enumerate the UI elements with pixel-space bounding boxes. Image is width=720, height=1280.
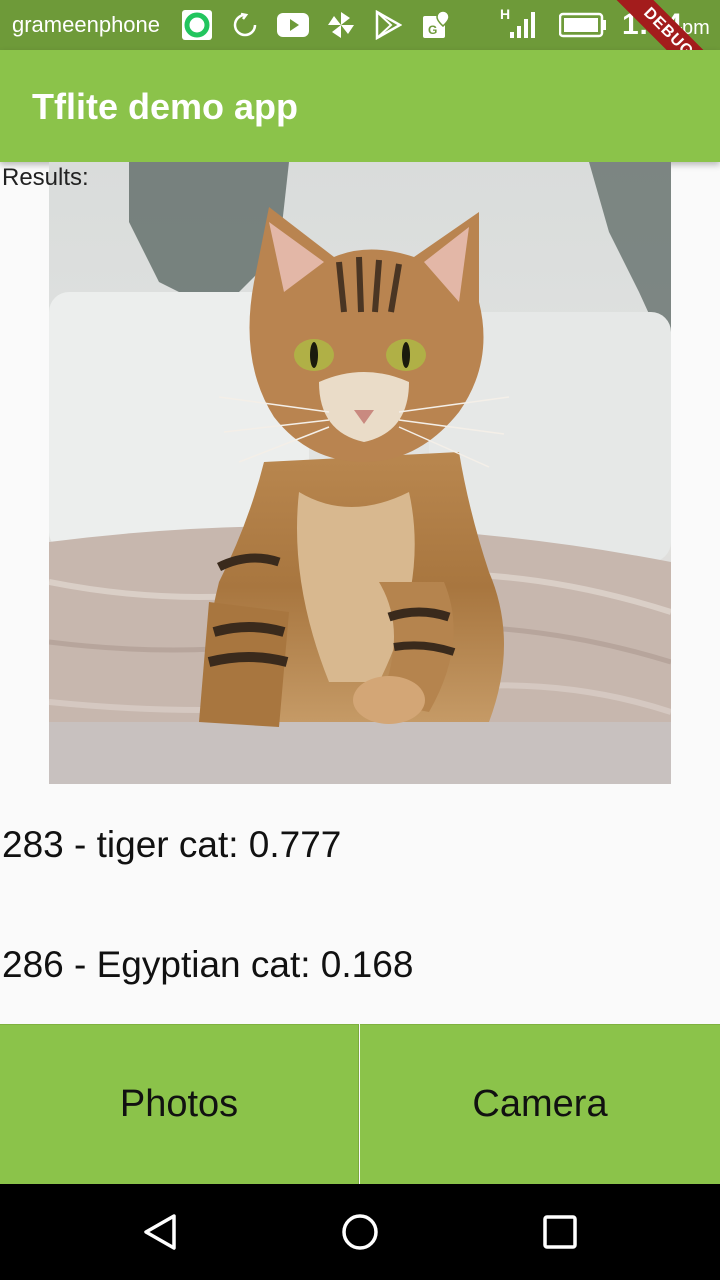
app-bar: Tflite demo app [0, 50, 720, 162]
play-store-icon [372, 10, 404, 40]
selected-photo [49, 162, 671, 784]
sync-icon [230, 10, 260, 40]
network-type-label: H [500, 6, 511, 22]
photos-button[interactable]: Photos [0, 1024, 359, 1184]
battery-icon [558, 10, 608, 40]
recents-icon[interactable] [528, 1200, 592, 1264]
carrier-name: grameenphone [12, 12, 161, 37]
svg-text:G: G [428, 23, 437, 37]
status-bar: grameenphone G H 1:04pm [0, 0, 720, 50]
result-item: 283 - tiger cat: 0.777 [2, 824, 342, 865]
signal-icon: H [500, 6, 540, 40]
camera-button[interactable]: Camera [360, 1024, 720, 1184]
app-circle-icon [180, 10, 214, 40]
pinwheel-icon [324, 10, 358, 40]
home-icon[interactable] [328, 1200, 392, 1264]
result-item: 286 - Egyptian cat: 0.168 [2, 944, 414, 985]
app-title: Tflite demo app [32, 86, 299, 127]
results-label: Results: [2, 164, 89, 191]
youtube-icon [276, 10, 310, 40]
maps-icon: G [420, 10, 452, 40]
back-icon[interactable] [128, 1200, 192, 1264]
navigation-bar [0, 1184, 720, 1280]
